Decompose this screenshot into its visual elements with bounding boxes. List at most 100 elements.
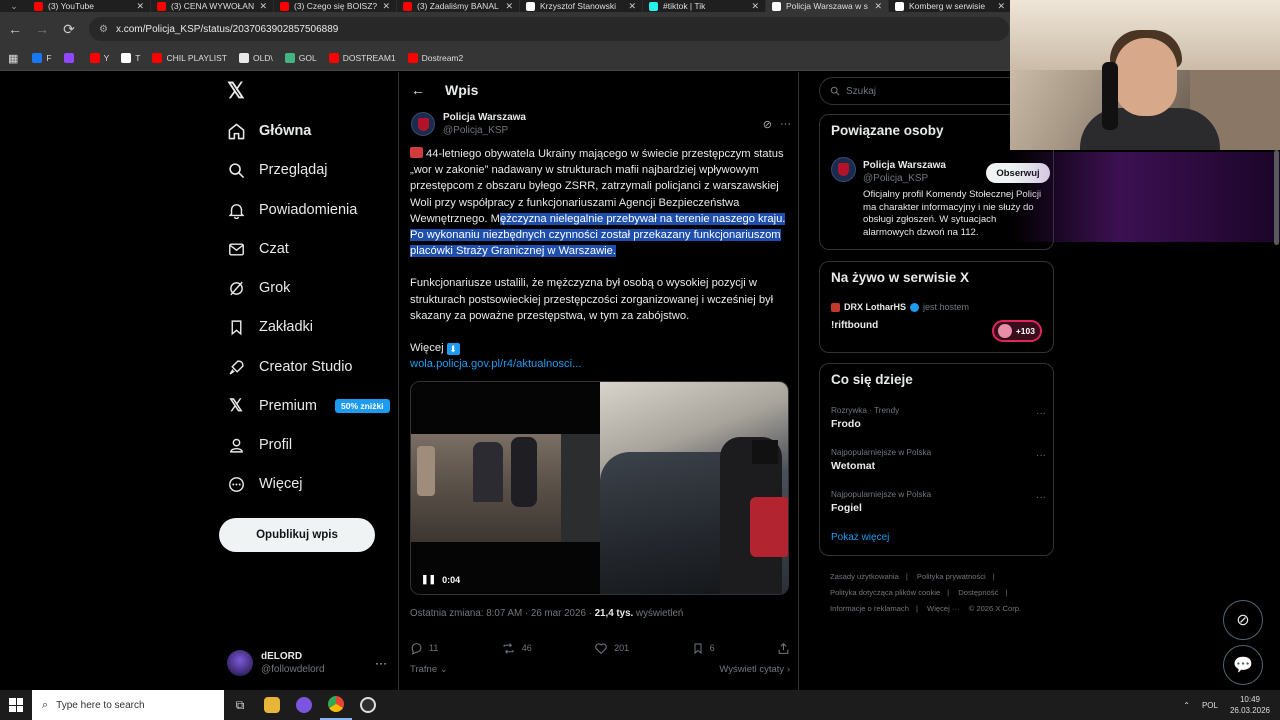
live-host-name: DRX LotharHS — [844, 302, 907, 312]
bookmark-item[interactable]: F — [28, 49, 55, 67]
post-video[interactable]: ❚❚ 0:04 — [410, 381, 789, 595]
trend-item[interactable]: Najpopularniejsze w Polska Wetomat ··· — [831, 448, 1046, 472]
forward-arrow-icon[interactable]: → — [30, 17, 54, 41]
grok-fab-button[interactable]: ⊘ — [1223, 600, 1263, 640]
account-switcher[interactable]: dELORD @followdelord ··· — [227, 647, 387, 679]
nav-item-more[interactable]: Więcej — [227, 469, 303, 499]
grok-icon[interactable]: ⊘ — [763, 118, 772, 131]
tab-close-icon[interactable]: ✕ — [259, 1, 267, 12]
more-dots-icon[interactable]: ··· — [780, 118, 791, 131]
nav-item-chat[interactable]: Czat — [227, 234, 289, 264]
bookmark-item[interactable] — [60, 49, 82, 67]
author-handle[interactable]: @Policja_KSP — [443, 124, 755, 137]
browser-tab[interactable]: (3) Zadaliśmy BANAL ✕ — [397, 0, 520, 12]
x-logo-icon[interactable]: 𝕏 — [227, 80, 249, 102]
browser-tab[interactable]: Krzysztof Stanowski ✕ — [520, 0, 643, 12]
live-space-title[interactable]: !riftbound — [831, 320, 878, 331]
bookmark-item[interactable]: OLD\ — [235, 49, 277, 67]
bookmark-item[interactable]: T — [117, 49, 144, 67]
more-dots-icon[interactable]: ··· — [1036, 450, 1046, 461]
taskbar-search-input[interactable]: ⌕ Type here to search — [32, 690, 224, 720]
browser-tab[interactable]: Policja Warszawa w s ✕ — [766, 0, 889, 12]
nav-item-bookmarks[interactable]: Zakładki — [227, 312, 313, 342]
browser-tab[interactable]: (3) CENA WYWOŁAN ✕ — [151, 0, 274, 12]
post-button[interactable]: Opublikuj wpis — [219, 518, 375, 552]
video-timer[interactable]: ❚❚ 0:04 — [421, 574, 460, 585]
sort-dropdown[interactable]: Trafne ⌄ — [410, 664, 448, 675]
like-button[interactable]: 201 — [594, 640, 629, 656]
file-explorer-icon[interactable] — [256, 690, 288, 720]
more-dots-icon[interactable]: ··· — [1036, 408, 1046, 419]
apps-grid-icon[interactable]: ▦ — [8, 52, 18, 65]
trend-item[interactable]: Rozrywka · Trendy Frodo ··· — [831, 406, 1046, 430]
footer-link[interactable]: Polityka prywatności — [917, 572, 986, 581]
nav-item-explore[interactable]: Przeglądaj — [227, 155, 328, 185]
footer-link[interactable]: Polityka dotycząca plików cookie — [830, 588, 940, 597]
nav-item-notifications[interactable]: Powiadomienia — [227, 195, 357, 225]
post-header: ← Wpis — [399, 72, 799, 108]
tab-close-icon[interactable]: ✕ — [382, 1, 390, 12]
live-listeners-badge[interactable]: +103 — [992, 320, 1042, 342]
related-avatar[interactable] — [831, 157, 856, 182]
browser-tab[interactable]: (3) YouTube ✕ — [28, 0, 151, 12]
footer-link[interactable]: Zasady użytkowania — [830, 572, 899, 581]
bookmark-item[interactable]: CHIL PLAYLIST — [148, 49, 230, 67]
view-quotes-link[interactable]: Wyświetl cytaty › — [719, 664, 790, 675]
bookmark-item[interactable]: DOSTREAM1 — [325, 49, 400, 67]
bookmark-item[interactable]: Y — [86, 49, 114, 67]
browser-tab[interactable]: (3) Czego się BOISZ? ✕ — [274, 0, 397, 12]
obs-icon[interactable] — [352, 690, 384, 720]
clock[interactable]: 10:49 26.03.2026 — [1230, 694, 1270, 716]
live-host-row[interactable]: DRX LotharHS jest hostem — [831, 302, 969, 312]
browser-tab[interactable]: Komberg w serwisie ✕ — [889, 0, 1012, 12]
author-name[interactable]: Policja Warszawa — [443, 111, 755, 124]
clock-time: 10:49 — [1239, 695, 1260, 704]
site-info-icon[interactable]: ⚙ — [99, 24, 108, 35]
app-icon[interactable] — [288, 690, 320, 720]
footer-link[interactable]: Informacje o reklamach — [830, 604, 909, 613]
browser-tab[interactable]: #tiktok | Tik ✕ — [643, 0, 766, 12]
tab-close-icon[interactable]: ✕ — [751, 1, 759, 12]
nav-item-grok[interactable]: Grok — [227, 273, 290, 303]
more-dots-icon[interactable]: ··· — [1036, 492, 1046, 503]
nav-item-home[interactable]: Główna — [227, 116, 311, 146]
footer-link[interactable]: Więcej ··· — [927, 604, 959, 613]
tab-close-icon[interactable]: ✕ — [505, 1, 513, 12]
tab-close-icon[interactable]: ✕ — [136, 1, 144, 12]
post-timestamp: Ostatnia zmiana: 8:07 AM · 26 mar 2026 · — [410, 608, 595, 619]
messages-fab-button[interactable]: 💬 — [1223, 645, 1263, 685]
show-more-link[interactable]: Pokaż więcej — [831, 532, 889, 543]
language-indicator[interactable]: POL — [1202, 701, 1218, 710]
reload-icon[interactable]: ⟳ — [57, 17, 81, 41]
nav-item-premium[interactable]: 𝕏 Premium 50% zniżki — [227, 391, 390, 421]
pause-icon[interactable]: ❚❚ — [421, 574, 436, 585]
tab-close-icon[interactable]: ✕ — [874, 1, 882, 12]
related-handle[interactable]: @Policja_KSP — [863, 172, 946, 185]
nav-item-creator-studio[interactable]: Creator Studio — [227, 352, 353, 382]
bookmark-item[interactable]: GOL — [281, 49, 321, 67]
author-avatar[interactable] — [411, 112, 435, 136]
more-dots-icon[interactable]: ··· — [375, 656, 387, 670]
nav-item-profile[interactable]: Profil — [227, 430, 292, 460]
footer-link[interactable]: Dostępność — [958, 588, 998, 597]
reply-button[interactable]: 11 — [410, 640, 438, 656]
post-link[interactable]: wola.policja.gov.pl/r4/aktualnosci... — [410, 356, 790, 372]
nav-label: Premium — [259, 398, 318, 414]
tab-search-chevron-icon[interactable]: ⌄ — [0, 0, 28, 12]
task-view-icon[interactable]: ⧉ — [224, 690, 256, 720]
share-button[interactable] — [777, 640, 790, 656]
start-button[interactable] — [0, 690, 32, 720]
related-name[interactable]: Policja Warszawa — [863, 159, 946, 172]
page-scrollbar[interactable] — [1274, 150, 1279, 245]
tab-close-icon[interactable]: ✕ — [628, 1, 636, 12]
chevron-up-icon[interactable]: ⌃ — [1183, 701, 1190, 710]
address-bar[interactable]: ⚙ x.com/Policja_KSP/status/2037063902857… — [89, 17, 1009, 41]
bookmark-button[interactable]: 6 — [692, 640, 715, 656]
trend-item[interactable]: Najpopularniejsze w Polska Fogiel ··· — [831, 490, 1046, 514]
bookmark-item[interactable]: Dostream2 — [404, 49, 468, 67]
chrome-icon[interactable] — [320, 690, 352, 720]
back-arrow-icon[interactable]: ← — [3, 17, 27, 41]
repost-button[interactable]: 46 — [501, 640, 532, 656]
back-arrow-icon[interactable]: ← — [411, 82, 425, 98]
tab-close-icon[interactable]: ✕ — [997, 1, 1005, 12]
